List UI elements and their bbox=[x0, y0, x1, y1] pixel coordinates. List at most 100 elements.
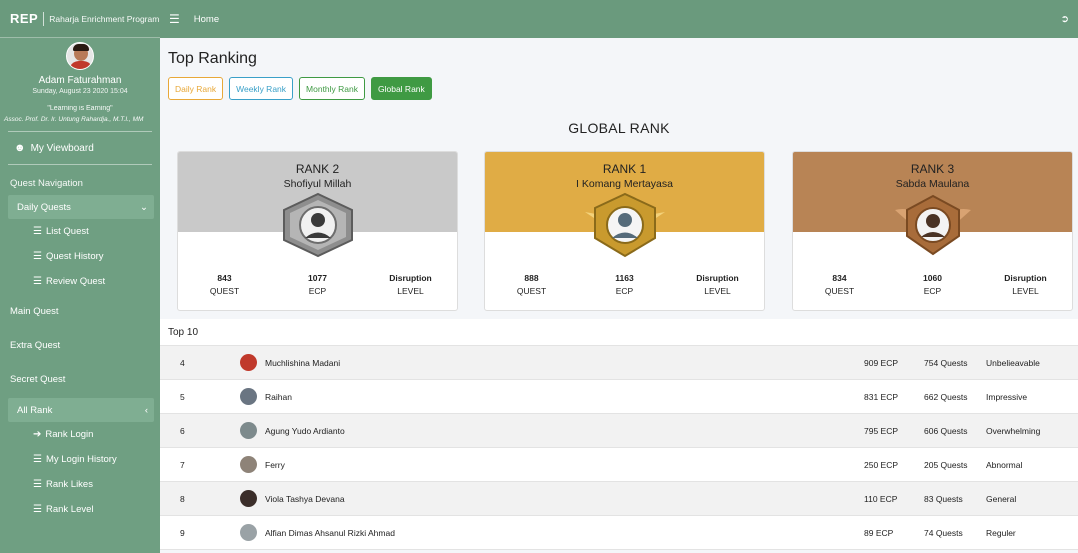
row-ecp: 110 ECP bbox=[864, 493, 898, 504]
stat-quest-label: QUEST bbox=[824, 286, 855, 296]
section-title: GLOBAL RANK bbox=[568, 120, 670, 136]
podium-stats: 834 QUEST 1060 ECP Disruption LEVEL bbox=[793, 273, 1072, 296]
main-content: Top Ranking Daily Rank Weekly Rank Month… bbox=[160, 38, 1078, 553]
row-ecp: 250 ECP bbox=[864, 459, 899, 470]
user-supervisor: Assoc. Prof. Dr. Ir. Untung Rahardja., M… bbox=[4, 116, 144, 123]
row-rank: 9 bbox=[180, 527, 185, 538]
row-level: Unbelieavable bbox=[986, 357, 1040, 368]
row-rank: 7 bbox=[180, 459, 185, 470]
sidebar-item-daily-quests[interactable]: Daily Quests ⌄ bbox=[8, 195, 154, 219]
sidebar-item-label: All Rank bbox=[17, 404, 53, 416]
table-row[interactable]: 9 Alfian Dimas Ahsanul Rizki Ahmad 89 EC… bbox=[160, 516, 1078, 550]
sidebar-item-rank-level[interactable]: ☰ Rank Level bbox=[0, 497, 160, 522]
row-name: Alfian Dimas Ahsanul Rizki Ahmad bbox=[265, 527, 395, 538]
chevron-left-icon: ‹ bbox=[144, 404, 148, 416]
sidebar-item-label: Review Quest bbox=[45, 276, 106, 287]
table-row[interactable]: 5 Raihan 831 ECP 662 Quests Impressive bbox=[160, 380, 1078, 414]
user-quote: "Learning is Earning" bbox=[47, 105, 113, 112]
avatar bbox=[240, 456, 257, 473]
row-ecp: 831 ECP bbox=[864, 391, 899, 402]
gold-rank-badge-icon bbox=[584, 192, 665, 258]
chevron-down-icon: ⌄ bbox=[140, 201, 148, 213]
stat-level-label: LEVEL bbox=[1012, 286, 1039, 296]
rank-tabs: Daily Rank Weekly Rank Monthly Rank Glob… bbox=[168, 77, 438, 100]
user-profile: Adam Faturahman Sunday, August 23 2020 1… bbox=[0, 38, 160, 125]
sidebar-item-review-quest[interactable]: ☰ Review Quest bbox=[0, 269, 160, 294]
stat-ecp-value: 1163 bbox=[615, 273, 634, 283]
brand-name: Raharja Enrichment Program bbox=[49, 13, 160, 24]
silver-rank-badge-icon bbox=[282, 192, 353, 258]
podium-header: RANK 1 I Komang Mertayasa bbox=[485, 152, 764, 258]
sidebar-item-label: Daily Quests bbox=[17, 201, 71, 213]
podium-card-rank-2[interactable]: RANK 2 Shofiyul Millah 843 QUEST 1077 ECP … bbox=[177, 151, 458, 311]
logout-icon[interactable]: ➲ bbox=[1061, 14, 1069, 25]
table-row[interactable]: 8 Viola Tashya Devana 110 ECP 83 Quests … bbox=[160, 482, 1078, 516]
podium-name: I Komang Mertayasa bbox=[576, 178, 673, 190]
podium-card-rank-3[interactable]: RANK 3 Sabda Maulana 834 QUEST 1060 ECP Di… bbox=[792, 151, 1073, 311]
sidebar-item-rank-login[interactable]: ➔ Rank Login bbox=[0, 422, 160, 447]
sidebar-item-label: My Login History bbox=[45, 454, 117, 465]
row-quests: 83 Quests bbox=[924, 493, 963, 504]
row-rank: 4 bbox=[180, 357, 185, 368]
stat-quest-label: QUEST bbox=[516, 286, 547, 296]
row-level: Reguler bbox=[986, 527, 1016, 538]
table-row[interactable]: 6 Agung Yudo Ardianto 795 ECP 606 Quests… bbox=[160, 414, 1078, 448]
avatar[interactable] bbox=[66, 42, 94, 70]
tab-global-rank[interactable]: Global Rank bbox=[371, 77, 432, 100]
row-quests: 205 Quests bbox=[924, 459, 968, 470]
podium-stats: 888 QUEST 1163 ECP Disruption LEVEL bbox=[485, 273, 764, 296]
table-row[interactable]: 7 Ferry 250 ECP 205 Quests Abnormal bbox=[160, 448, 1078, 482]
nav-home-link[interactable]: Home bbox=[194, 14, 219, 25]
sidebar-item-my-login-history[interactable]: ☰ My Login History bbox=[0, 447, 160, 472]
sidebar-item-all-rank[interactable]: All Rank ‹ bbox=[8, 398, 154, 422]
stat-ecp-label: ECP bbox=[615, 286, 634, 296]
podium-rank: RANK 2 bbox=[295, 162, 340, 176]
row-level: Abnormal bbox=[986, 459, 1023, 470]
row-level: Overwhelming bbox=[986, 425, 1041, 436]
sign-in-icon: ➔ bbox=[33, 429, 42, 440]
row-ecp: 795 ECP bbox=[864, 425, 899, 436]
list-ol-icon: ☰ bbox=[33, 251, 42, 262]
stat-ecp-value: 1060 bbox=[923, 273, 942, 283]
podium-rank: RANK 1 bbox=[602, 162, 647, 176]
top-navbar: ☰ Home ➲ bbox=[160, 0, 1078, 38]
list-ol-icon: ☰ bbox=[33, 454, 42, 465]
podium-header: RANK 3 Sabda Maulana bbox=[793, 152, 1072, 256]
stat-quest-value: 834 bbox=[832, 273, 847, 283]
list-icon: ☰ bbox=[33, 226, 42, 237]
row-quests: 754 Quests bbox=[924, 357, 968, 368]
table-row[interactable]: 4 Muchlishina Madani 909 ECP 754 Quests … bbox=[160, 346, 1078, 380]
sidebar-item-main-quest[interactable]: Main Quest bbox=[0, 294, 160, 328]
row-level: Impressive bbox=[986, 391, 1028, 402]
sidebar-item-label: Rank Likes bbox=[45, 479, 93, 490]
row-quests: 606 Quests bbox=[924, 425, 968, 436]
stat-level-value: Disruption bbox=[1004, 273, 1047, 283]
row-rank: 8 bbox=[180, 493, 185, 504]
tab-daily-rank[interactable]: Daily Rank bbox=[168, 77, 224, 100]
hamburger-menu-icon[interactable]: ☰ bbox=[169, 12, 180, 26]
avatar bbox=[240, 490, 257, 507]
sidebar-item-extra-quest[interactable]: Extra Quest bbox=[0, 328, 160, 362]
row-name: Viola Tashya Devana bbox=[265, 493, 345, 504]
sidebar-item-quest-history[interactable]: ☰ Quest History bbox=[0, 244, 160, 269]
row-rank: 6 bbox=[180, 425, 185, 436]
podium-name: Shofiyul Millah bbox=[283, 178, 352, 190]
tab-monthly-rank[interactable]: Monthly Rank bbox=[299, 77, 365, 100]
sidebar-item-viewboard[interactable]: ☻ My Viewboard bbox=[0, 132, 160, 164]
sidebar-item-rank-likes[interactable]: ☰ Rank Likes bbox=[0, 472, 160, 497]
podium-card-rank-1[interactable]: RANK 1 I Komang Mertayasa 888 QUEST 1163 E… bbox=[484, 151, 765, 311]
avatar bbox=[240, 524, 257, 541]
sidebar-item-secret-quest[interactable]: Secret Quest bbox=[0, 362, 160, 396]
user-datetime: Sunday, August 23 2020 15:04 bbox=[32, 88, 128, 95]
brand[interactable]: REP Raharja Enrichment Program bbox=[0, 0, 160, 38]
avatar bbox=[240, 388, 257, 405]
list-ol-icon: ☰ bbox=[33, 276, 42, 287]
stat-level-value: Disruption bbox=[696, 273, 739, 283]
sidebar-item-list-quest[interactable]: ☰ List Quest bbox=[0, 219, 160, 244]
stat-ecp-label: ECP bbox=[308, 286, 327, 296]
sidebar-item-label: Rank Login bbox=[45, 429, 94, 440]
sidebar-item-label: Quest History bbox=[45, 251, 104, 262]
top10-table: Top 10 4 Muchlishina Madani 909 ECP 754 … bbox=[160, 319, 1078, 550]
tab-weekly-rank[interactable]: Weekly Rank bbox=[229, 77, 294, 100]
stat-level-value: Disruption bbox=[389, 273, 432, 283]
